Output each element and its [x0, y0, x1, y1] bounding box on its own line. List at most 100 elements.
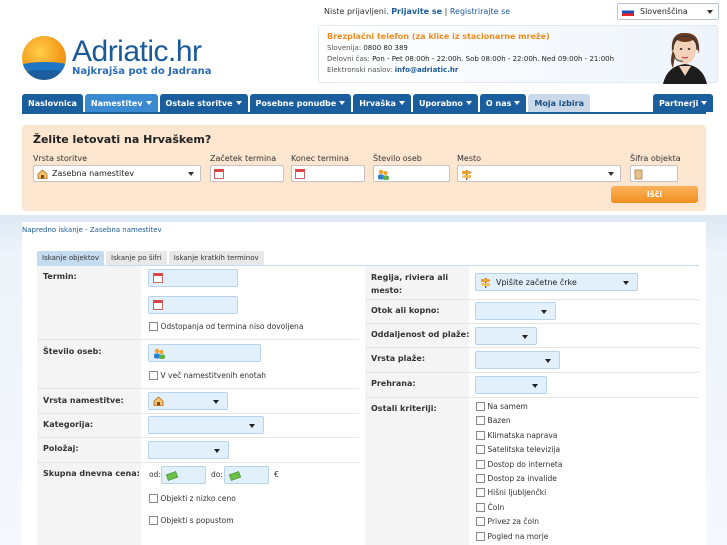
- criteria-label: Čoln: [487, 502, 505, 512]
- criteria-item-klimatska-naprava[interactable]: Klimatska naprava: [476, 430, 562, 445]
- criteria-item-satelitska-televizija[interactable]: Satelitska televizija: [476, 445, 562, 459]
- accommodation-type-select[interactable]: [148, 392, 228, 410]
- object-code-label: Šifra objekta: [630, 154, 681, 163]
- calendar-icon: [214, 169, 224, 179]
- tab-objects[interactable]: Iskanje objektov: [37, 251, 105, 265]
- criteria-item-na-samem[interactable]: Na samem: [476, 402, 562, 416]
- criteria-item-pogled-na-morje[interactable]: Pogled na morje: [476, 531, 562, 545]
- criteria-checkbox[interactable]: [476, 430, 485, 440]
- divider: [365, 372, 699, 373]
- criteria-item-hisni-ljubljencki[interactable]: Hišni ljubljenčki: [476, 488, 562, 502]
- nav-label: Namestitev: [90, 98, 143, 108]
- divider: [37, 339, 359, 340]
- criteria-checkbox[interactable]: [476, 488, 485, 498]
- price-from-input[interactable]: [161, 466, 206, 484]
- nav-label: Ostale storitve: [165, 98, 233, 108]
- nav-item-ostale-storitve[interactable]: Ostale storitve: [159, 94, 248, 112]
- chevron-down-icon: [188, 172, 194, 176]
- persons-input[interactable]: [373, 165, 450, 182]
- multiple-units-checkbox[interactable]: [149, 371, 158, 380]
- criteria-item-privez-za-coln[interactable]: Privez za čoln: [476, 517, 562, 531]
- criteria-checkbox[interactable]: [476, 517, 485, 527]
- position-select[interactable]: [148, 441, 229, 459]
- currency-symbol: €: [274, 470, 279, 479]
- tab-by-code[interactable]: Iskanje po šifri: [106, 251, 167, 265]
- start-date-input[interactable]: [210, 165, 284, 182]
- multiple-units-option[interactable]: V več namestitvenih enotah: [149, 371, 266, 380]
- login-status: Niste prijavljeni. Prijavite se | Regist…: [324, 7, 510, 16]
- criteria-label: Privez za čoln: [487, 517, 539, 527]
- service-value: Zasebna namestitev: [52, 169, 135, 178]
- nav-item-o-nas[interactable]: O nas: [479, 94, 527, 112]
- nav-item-posebne-ponudbe[interactable]: Posebne ponudbe: [249, 94, 352, 112]
- criteria-item-coln[interactable]: Čoln: [476, 502, 562, 517]
- term-deviation-option[interactable]: Odstopanja od termina niso dovoljena: [149, 322, 303, 331]
- criteria-checkbox[interactable]: [476, 531, 485, 541]
- term-deviation-checkbox[interactable]: [149, 322, 158, 331]
- criteria-item-dostop-za-invalide[interactable]: Dostop za invalide: [476, 473, 562, 488]
- breadcrumb[interactable]: Napredno iskanje - Zasebna namestitev: [22, 226, 162, 234]
- position-label: Položaj:: [43, 444, 79, 453]
- island-select[interactable]: [475, 302, 556, 320]
- contact-headline: Brezplačni telefon (za klice iz staciona…: [327, 32, 550, 41]
- criteria-label: Dostop do interneta: [487, 459, 563, 469]
- region-select[interactable]: Vpišite začetne črke: [475, 273, 638, 291]
- discount-option[interactable]: Objekti s popustom: [149, 516, 234, 525]
- criteria-item-bazen[interactable]: Bazen: [476, 416, 562, 430]
- criteria-checkbox[interactable]: [476, 502, 485, 512]
- beach-type-label: Vrsta plaže:: [371, 354, 426, 363]
- criteria-item-dostop-do-interneta[interactable]: Dostop do interneta: [476, 459, 563, 474]
- discount-checkbox[interactable]: [149, 516, 158, 525]
- tab-short-terms[interactable]: Iskanje kratkih terminov: [168, 251, 264, 265]
- nav-item-namestitev[interactable]: Namestitev: [84, 94, 158, 112]
- divider: [365, 299, 699, 300]
- nav-label: Hrvaška: [359, 98, 396, 108]
- phone-number: 0800 80 389: [363, 44, 408, 52]
- beach-distance-select[interactable]: [475, 327, 537, 345]
- service-select[interactable]: Zasebna namestitev: [33, 165, 201, 182]
- meals-select[interactable]: [475, 376, 547, 394]
- register-link[interactable]: Registrirajte se: [450, 7, 510, 16]
- login-link[interactable]: Prijavite se: [391, 7, 442, 16]
- email-link[interactable]: info@adriatic.hr: [395, 66, 459, 74]
- nav-item-moja-izbira[interactable]: Moja izbira: [528, 94, 590, 112]
- signpost-icon: [461, 169, 472, 180]
- house-icon: [153, 396, 164, 407]
- end-date-input[interactable]: [291, 165, 365, 182]
- login-text: Niste prijavljeni.: [324, 7, 389, 16]
- nav-item-partnerji[interactable]: Partnerji: [653, 94, 714, 112]
- criteria-checkbox[interactable]: [476, 445, 485, 455]
- divider: [37, 462, 359, 463]
- low-price-option[interactable]: Objekti z nizko ceno: [149, 494, 236, 503]
- price-to-input[interactable]: [224, 466, 269, 484]
- criteria-checkbox[interactable]: [476, 416, 485, 426]
- logo-sun-icon[interactable]: [22, 36, 66, 80]
- category-select[interactable]: [148, 416, 264, 434]
- main-nav: Naslovnica Namestitev Ostale storitve Po…: [22, 94, 590, 112]
- term-start-input[interactable]: [148, 269, 238, 287]
- criteria-checkbox[interactable]: [476, 473, 485, 483]
- divider: [37, 437, 359, 438]
- chevron-down-icon: [522, 335, 528, 339]
- nav-item-hrvaska[interactable]: Hrvaška: [353, 94, 411, 112]
- signpost-icon: [480, 277, 491, 288]
- criteria-checkbox[interactable]: [476, 459, 485, 469]
- region-label: Regija, riviera ali mesto:: [371, 273, 449, 295]
- search-button[interactable]: Išči: [611, 186, 698, 203]
- persons-label: Število oseb:: [43, 347, 102, 356]
- low-price-checkbox[interactable]: [149, 494, 158, 503]
- language-select[interactable]: Slovenščina: [617, 3, 719, 20]
- nav-item-naslovnica[interactable]: Naslovnica: [22, 94, 83, 112]
- chevron-down-icon: [545, 359, 551, 363]
- logo-title[interactable]: Adriatic.hr: [72, 35, 202, 69]
- criteria-label: Satelitska televizija: [487, 445, 561, 455]
- place-select[interactable]: [457, 165, 621, 182]
- persons-input[interactable]: [148, 344, 261, 362]
- object-code-input[interactable]: [630, 165, 678, 182]
- people-icon: [153, 348, 165, 359]
- criteria-checkbox[interactable]: [476, 402, 485, 411]
- beach-type-select[interactable]: [475, 351, 560, 369]
- term-end-input[interactable]: [148, 296, 238, 314]
- chevron-down-icon: [608, 172, 614, 176]
- nav-item-uporabno[interactable]: Uporabno: [412, 94, 478, 112]
